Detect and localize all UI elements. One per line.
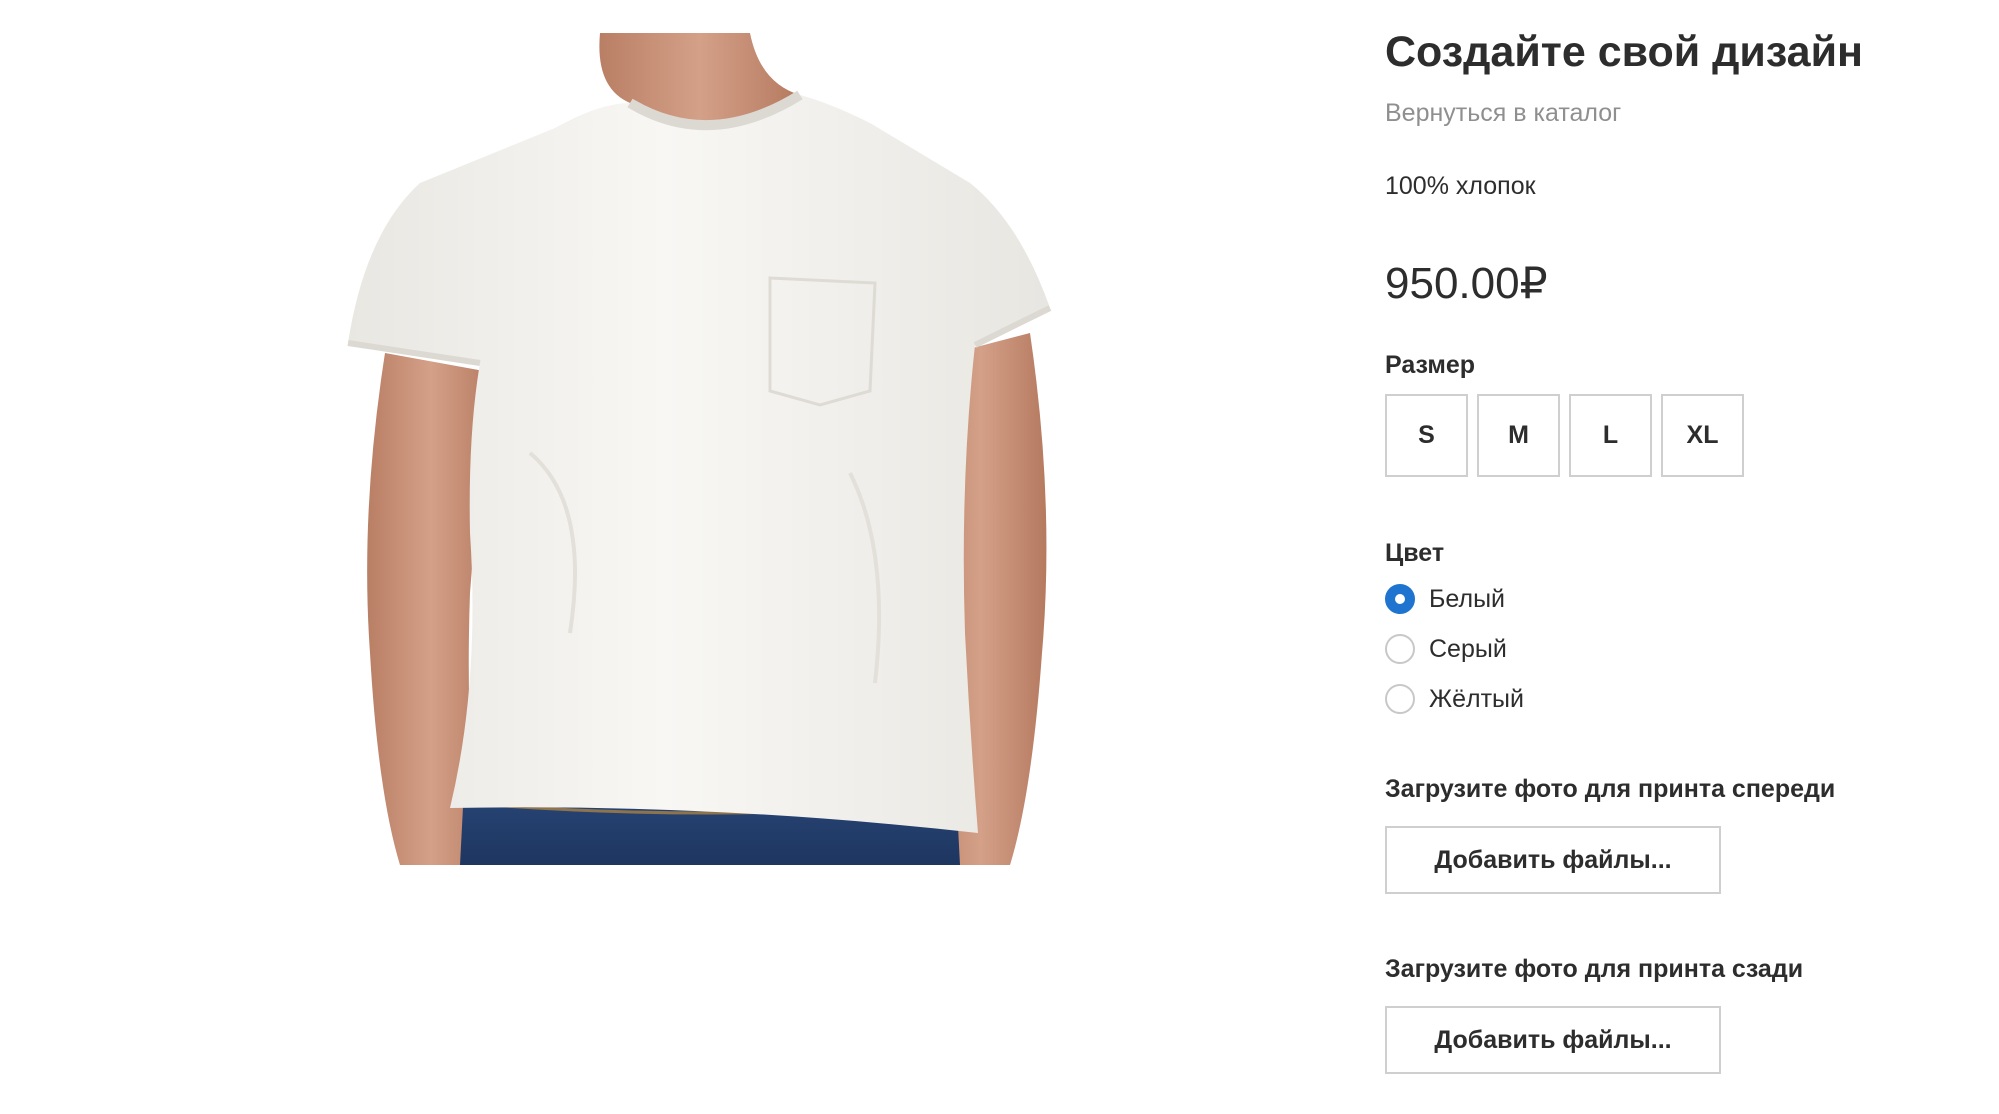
product-image bbox=[330, 33, 1060, 865]
back-to-catalog-link[interactable]: Вернуться в каталог bbox=[1385, 99, 1621, 128]
color-option-white[interactable]: Белый bbox=[1385, 584, 1524, 614]
color-label: Цвет bbox=[1385, 539, 1445, 567]
size-button-s[interactable]: S bbox=[1385, 394, 1468, 477]
page-title: Создайте свой дизайн bbox=[1385, 28, 1863, 76]
radio-checked-icon[interactable] bbox=[1385, 584, 1415, 614]
size-label: Размер bbox=[1385, 351, 1476, 379]
price: 950.00₽ bbox=[1385, 259, 1548, 308]
radio-unchecked-icon[interactable] bbox=[1385, 634, 1415, 664]
color-option-label: Белый bbox=[1429, 584, 1506, 613]
front-print-label: Загрузите фото для принта спереди bbox=[1385, 775, 1836, 803]
color-selector: Белый Серый Жёлтый bbox=[1385, 584, 1524, 734]
add-back-files-button[interactable]: Добавить файлы... bbox=[1385, 1006, 1721, 1074]
color-option-label: Серый bbox=[1429, 634, 1507, 663]
color-option-yellow[interactable]: Жёлтый bbox=[1385, 684, 1524, 714]
size-button-l[interactable]: L bbox=[1569, 394, 1652, 477]
size-button-xl[interactable]: XL bbox=[1661, 394, 1744, 477]
color-option-label: Жёлтый bbox=[1429, 684, 1524, 713]
back-print-label: Загрузите фото для принта сзади bbox=[1385, 955, 1804, 983]
color-option-gray[interactable]: Серый bbox=[1385, 634, 1524, 664]
add-front-files-button[interactable]: Добавить файлы... bbox=[1385, 826, 1721, 894]
size-button-m[interactable]: M bbox=[1477, 394, 1560, 477]
material-text: 100% хлопок bbox=[1385, 172, 1536, 200]
radio-unchecked-icon[interactable] bbox=[1385, 684, 1415, 714]
tshirt-photo-icon bbox=[347, 33, 1052, 865]
size-selector: S M L XL bbox=[1385, 394, 1744, 477]
